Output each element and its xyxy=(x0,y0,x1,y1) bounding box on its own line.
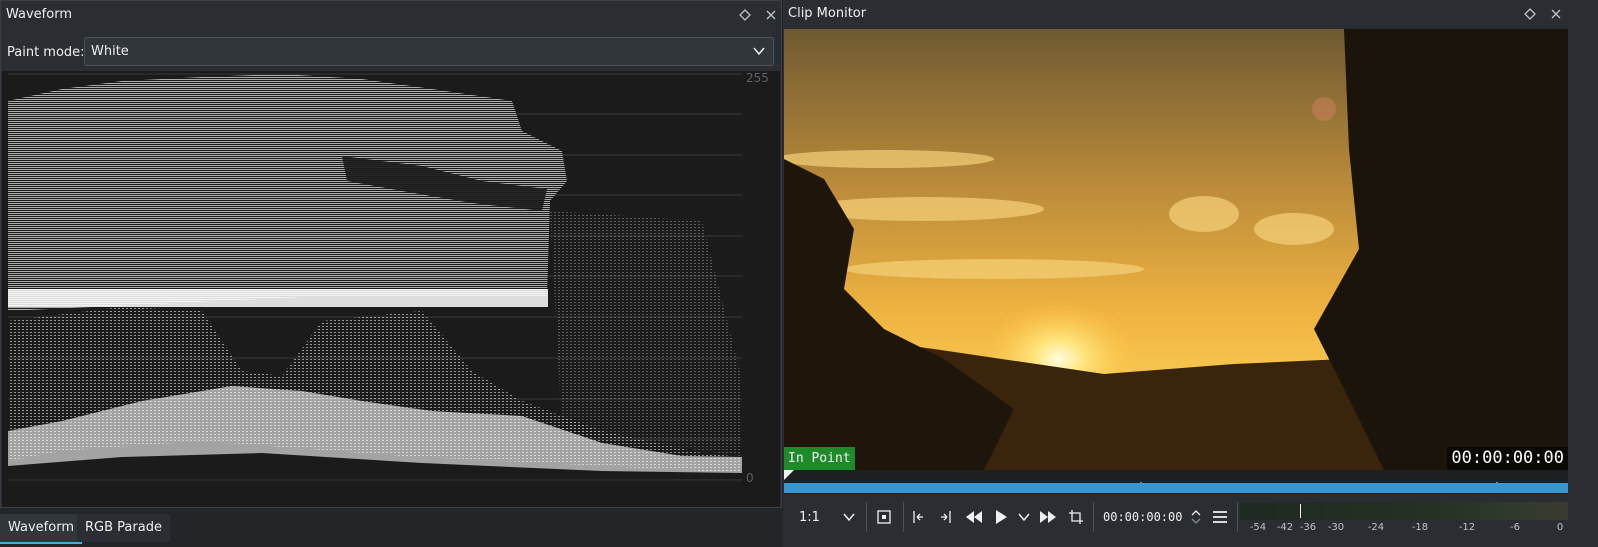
frame-icon xyxy=(877,510,891,524)
scale-max-label: 255 xyxy=(746,71,769,85)
play-button[interactable] xyxy=(990,497,1012,537)
play-icon xyxy=(996,510,1007,524)
meter-label: -30 xyxy=(1327,522,1345,533)
in-point-icon xyxy=(913,511,923,523)
close-panel-icon[interactable] xyxy=(765,9,777,21)
set-in-point-button[interactable] xyxy=(907,497,929,537)
sunset-image xyxy=(784,29,1568,470)
scope-tabbar: Waveform RGB Parade xyxy=(0,508,782,547)
zoom-select[interactable]: 1:1 xyxy=(799,497,859,537)
meter-label: -54 xyxy=(1249,522,1267,533)
chevron-down-icon xyxy=(1018,513,1030,522)
meter-label: -36 xyxy=(1299,522,1317,533)
out-point-icon xyxy=(941,511,951,523)
scale-min-label: 0 xyxy=(746,471,754,485)
timecode-spinner[interactable] xyxy=(1187,497,1205,537)
waveform-graph xyxy=(8,73,742,481)
crop-button[interactable] xyxy=(1065,497,1087,537)
video-preview[interactable] xyxy=(784,29,1568,470)
rewind-icon xyxy=(966,511,982,523)
fast-forward-icon xyxy=(1040,511,1056,523)
meter-label: -24 xyxy=(1367,522,1385,533)
menu-button[interactable] xyxy=(1209,497,1231,537)
waveform-panel: Waveform Paint mode: White 255 0 xyxy=(0,0,782,508)
set-out-point-button[interactable] xyxy=(935,497,957,537)
float-panel-icon[interactable] xyxy=(739,9,751,21)
waveform-scope: 255 0 xyxy=(2,71,780,507)
waveform-title: Waveform xyxy=(6,7,72,22)
fit-frame-button[interactable] xyxy=(873,497,895,537)
rewind-button[interactable] xyxy=(963,497,985,537)
audio-level-meter: -54 -42 -36 -30 -24 -18 -12 -6 0 xyxy=(1240,502,1568,536)
tab-rgb-parade[interactable]: RGB Parade xyxy=(77,514,170,542)
timecode-field[interactable]: 00:00:00:00 xyxy=(1103,497,1182,537)
meter-peak-marker xyxy=(1300,504,1301,518)
chevron-down-icon xyxy=(1191,518,1201,524)
meter-label: 0 xyxy=(1556,522,1564,533)
close-panel-icon[interactable] xyxy=(1550,8,1562,20)
timeline-ruler[interactable] xyxy=(784,470,1568,494)
meter-label: -12 xyxy=(1458,522,1476,533)
chevron-down-icon xyxy=(843,512,855,522)
meter-bar xyxy=(1240,502,1568,520)
in-point-badge: In Point xyxy=(784,447,855,470)
hamburger-menu-icon xyxy=(1213,511,1227,523)
play-options-dropdown[interactable] xyxy=(1016,497,1032,537)
clip-monitor-panel: Clip Monitor In Point 00:00:00:00 1:1 00… xyxy=(783,0,1598,547)
chevron-up-icon xyxy=(1191,510,1201,516)
chevron-down-icon xyxy=(753,46,765,56)
fast-forward-button[interactable] xyxy=(1037,497,1059,537)
meter-label: -18 xyxy=(1411,522,1429,533)
timecode-overlay: 00:00:00:00 xyxy=(1447,447,1568,470)
crop-icon xyxy=(1069,510,1083,524)
timeline-bar[interactable] xyxy=(784,483,1568,493)
meter-label: -6 xyxy=(1510,522,1520,533)
float-panel-icon[interactable] xyxy=(1524,8,1536,20)
clip-monitor-title: Clip Monitor xyxy=(788,6,867,21)
tab-waveform[interactable]: Waveform xyxy=(0,514,82,544)
paint-mode-value: White xyxy=(91,44,129,59)
paint-mode-select[interactable]: White xyxy=(84,37,774,66)
paint-mode-label: Paint mode: xyxy=(7,44,85,60)
zoom-value: 1:1 xyxy=(799,509,820,525)
meter-label: -42 xyxy=(1276,522,1294,533)
